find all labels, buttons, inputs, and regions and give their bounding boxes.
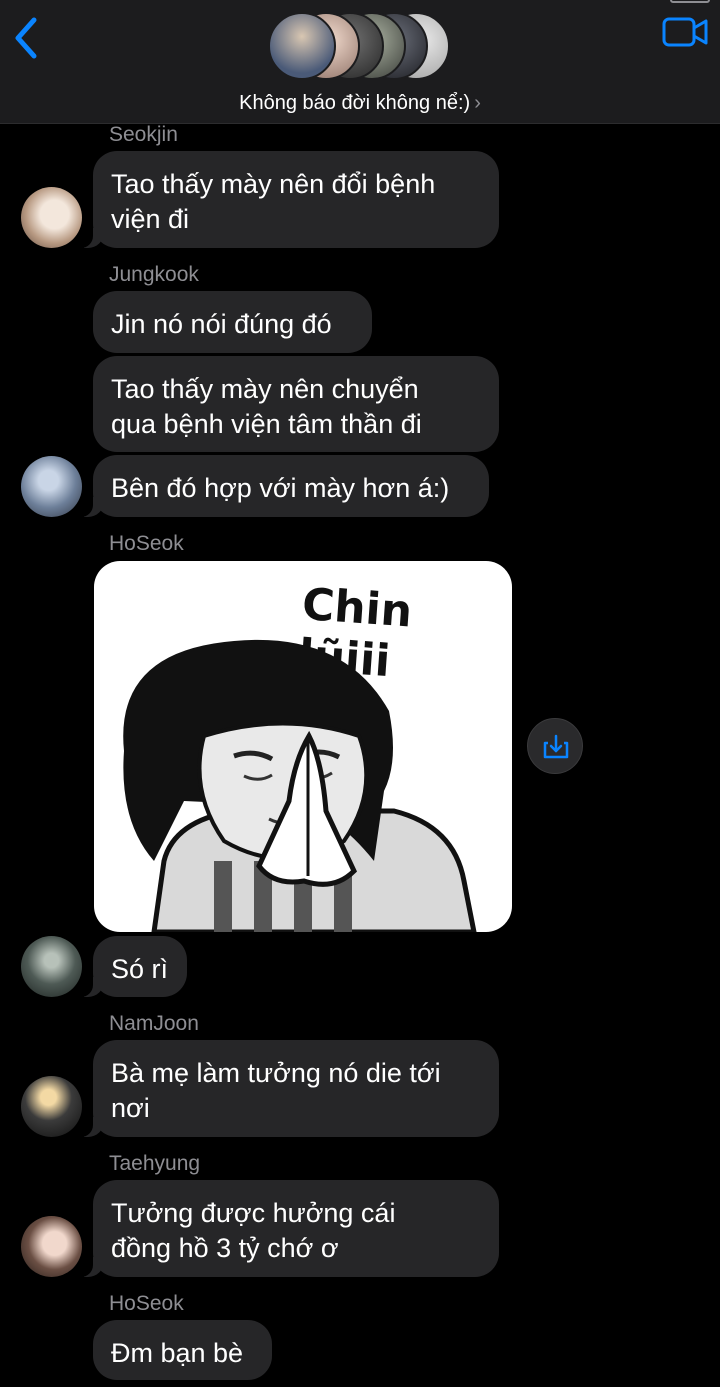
sender-name: Seokjin [109, 123, 178, 146]
message-bubble[interactable]: Tưởng được hưởng cái đồng hồ 3 tỷ chớ ơ [75, 1180, 499, 1277]
message-line: viện đi [111, 204, 190, 234]
message-bubble[interactable]: Bên đó hợp với mày hơn á:) [75, 455, 489, 517]
message-line: Bên đó hợp với mày hơn á:) [111, 473, 450, 503]
message-bubble[interactable]: Tao thấy mày nên chuyển qua bệnh viện tâ… [93, 356, 499, 452]
meme-face-illustration [123, 639, 477, 932]
message-line: Đm bạn bè [111, 1338, 244, 1368]
message-bubble[interactable]: Đm bạn bè [93, 1320, 272, 1380]
message-bubble[interactable]: Tao thấy mày nên đổi bệnh viện đi [75, 151, 499, 248]
chevron-left-icon [15, 17, 37, 59]
video-camera-icon [662, 17, 708, 47]
message-line: Só rì [111, 954, 169, 984]
sender-name: HoSeok [109, 1292, 184, 1315]
sticker-image[interactable]: Chin lũiii [94, 561, 512, 932]
message-line: Bà mẹ làm tưởng nó die tới [111, 1058, 441, 1088]
battery-icon [670, 0, 710, 3]
group-avatars[interactable] [268, 12, 458, 82]
avatar[interactable] [21, 936, 82, 997]
message-bubble[interactable]: Só rì [75, 936, 187, 997]
message-bubble[interactable]: Jin nó nói đúng đó [93, 291, 372, 353]
message-line: Tao thấy mày nên chuyển [111, 374, 419, 404]
message-line: đồng hồ 3 tỷ chớ ơ [111, 1233, 339, 1263]
message-bubble[interactable]: Bà mẹ làm tưởng nó die tới nơi [75, 1040, 499, 1137]
sender-name: HoSeok [109, 532, 184, 555]
avatar[interactable] [21, 456, 82, 517]
message-line: nơi [111, 1093, 150, 1123]
group-name-label: Không báo đời không nể:) [239, 92, 471, 114]
chevron-right-icon: › [474, 92, 481, 114]
chat-header: Không báo đời không nể:) › [0, 0, 720, 124]
message-line: Tưởng được hưởng cái [111, 1198, 396, 1228]
back-button[interactable] [8, 14, 48, 62]
chat-screen: Không báo đời không nể:) › Seokjin Tao th… [0, 0, 720, 1387]
sender-name: Jungkook [109, 263, 199, 286]
video-call-button[interactable] [660, 14, 710, 52]
avatar[interactable] [21, 187, 82, 248]
message-line: Jin nó nói đúng đó [111, 309, 332, 339]
group-name[interactable]: Không báo đời không nể:) › [0, 92, 720, 115]
download-icon [543, 734, 569, 759]
message-line: qua bệnh viện tâm thần đi [111, 409, 422, 439]
member-avatar [268, 12, 336, 80]
sender-name: NamJoon [109, 1012, 199, 1035]
message-line: Tao thấy mày nên đổi bệnh [111, 169, 436, 199]
sender-name: Taehyung [109, 1152, 201, 1175]
avatar[interactable] [21, 1076, 82, 1137]
avatar[interactable] [21, 1216, 82, 1277]
save-sticker-button[interactable] [527, 718, 583, 774]
